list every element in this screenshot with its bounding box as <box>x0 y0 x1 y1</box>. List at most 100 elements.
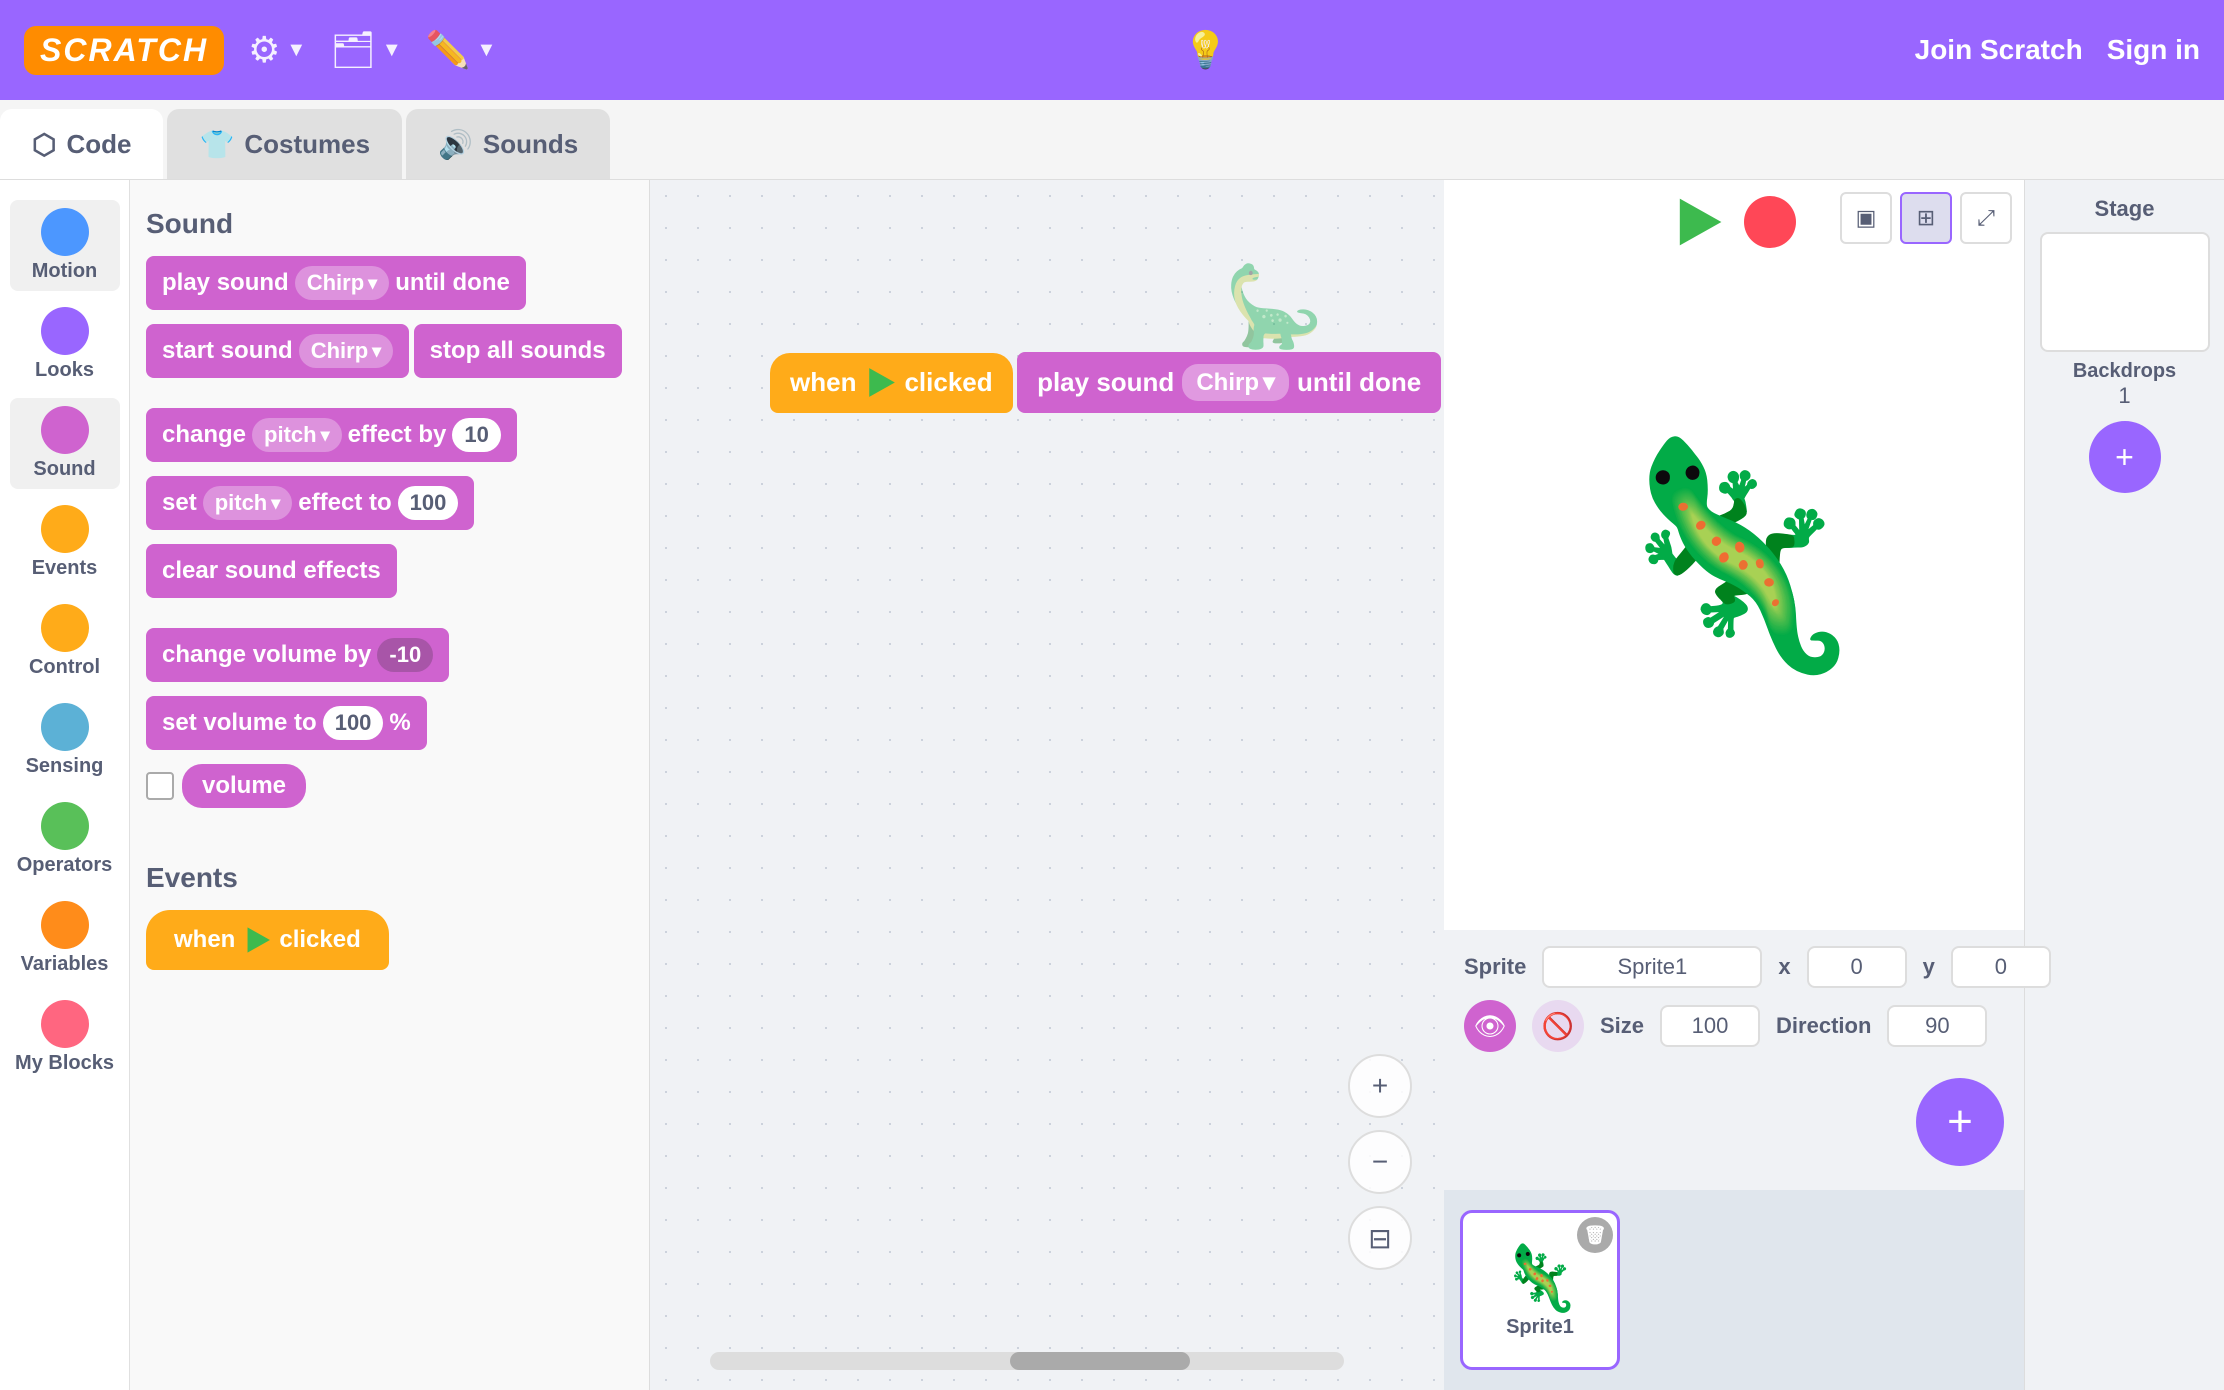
code-green-flag-icon <box>864 367 896 399</box>
direction-label: Direction <box>1776 1013 1871 1039</box>
sidebar-item-variables[interactable]: Variables <box>10 893 120 984</box>
code-play-sound[interactable]: play sound Chirp ▾ until done <box>1017 352 1441 413</box>
sidebar-item-events[interactable]: Events <box>10 497 120 588</box>
sidebar-item-looks[interactable]: Looks <box>10 299 120 390</box>
tutorials-btn[interactable]: 💡 <box>1183 29 1228 71</box>
stage-top-controls <box>1672 196 1796 248</box>
stage-panel-title: Stage <box>2095 196 2155 222</box>
scrollbar-thumb[interactable] <box>1010 1352 1190 1370</box>
zoom-fit-btn[interactable]: ⊟ <box>1348 1206 1412 1270</box>
sprite1-img: 🦎 <box>1500 1241 1580 1316</box>
block-change-pitch[interactable]: change pitch ▾ effect by 10 <box>146 408 517 462</box>
looks-circle <box>41 307 89 355</box>
stage-dino-sprite: 🦎 <box>1597 445 1871 665</box>
tab-sounds[interactable]: 🔊 Sounds <box>406 109 610 179</box>
add-backdrop-btn[interactable]: + <box>2089 421 2161 493</box>
zoom-out-btn[interactable]: − <box>1348 1130 1412 1194</box>
right-panel: ▣ ⊞ ⤢ 🦎 Sprite x y 👁 🚫 Size Dire <box>1444 180 2024 1390</box>
volume-reporter-block[interactable]: volume <box>182 764 306 808</box>
tab-code[interactable]: ⬡ Code <box>0 109 163 179</box>
stop-btn[interactable] <box>1744 196 1796 248</box>
events-section-title: Events <box>146 862 633 894</box>
sign-in-btn[interactable]: Sign in <box>2107 34 2200 66</box>
pitch-pill-2[interactable]: pitch ▾ <box>203 486 293 520</box>
add-sprite-btn[interactable]: + <box>1916 1078 2004 1166</box>
sprite-direction-input[interactable] <box>1887 1005 1987 1047</box>
block-set-volume[interactable]: set volume to 100 % <box>146 696 427 750</box>
sidebar-item-myblocks[interactable]: My Blocks <box>10 992 120 1083</box>
block-clear-sound-effects[interactable]: clear sound effects <box>146 544 397 598</box>
sound-label: Sound <box>33 458 95 481</box>
myblocks-circle <box>41 1000 89 1048</box>
block-when-flag-clicked[interactable]: when clicked <box>146 910 389 970</box>
volume-reporter-row: volume <box>146 764 633 808</box>
block-stop-all-sounds[interactable]: stop all sounds <box>414 324 622 378</box>
sprite-size-input[interactable] <box>1660 1005 1760 1047</box>
sprite-y-input[interactable] <box>1951 946 2051 988</box>
small-stage-btn[interactable]: ▣ <box>1840 192 1892 244</box>
sidebar-item-control[interactable]: Control <box>10 596 120 687</box>
tab-costumes[interactable]: 👕 Costumes <box>167 109 402 179</box>
sprite-x-input[interactable] <box>1807 946 1907 988</box>
volume-set-val[interactable]: 100 <box>323 706 384 740</box>
hide-sprite-btn[interactable]: 🚫 <box>1532 1000 1584 1052</box>
categories-sidebar: Motion Looks Sound Events Control Sensin… <box>0 180 130 1390</box>
code-chirp-pill[interactable]: Chirp ▾ <box>1182 364 1289 401</box>
code-tab-icon: ⬡ <box>32 128 56 161</box>
volume-checkbox[interactable] <box>146 772 174 800</box>
motion-label: Motion <box>32 260 98 283</box>
sprite-delete-btn[interactable]: 🗑 <box>1577 1217 1613 1253</box>
pitch-value-1[interactable]: 10 <box>452 418 500 452</box>
code-area[interactable]: 🦕 when clicked play sound Chirp ▾ until … <box>650 180 1444 1390</box>
green-flag-icon <box>243 926 271 954</box>
sprite1-label: Sprite1 <box>1506 1316 1574 1339</box>
block-play-sound-until-done[interactable]: play sound Chirp ▾ until done <box>146 256 526 310</box>
file-menu-btn[interactable]: ⚙ ▼ <box>248 29 306 71</box>
code-when-flag-clicked[interactable]: when clicked <box>770 353 1013 413</box>
operators-circle <box>41 802 89 850</box>
block-set-pitch[interactable]: set pitch ▾ effect to 100 <box>146 476 474 530</box>
volume-change-val[interactable]: -10 <box>377 638 433 672</box>
tabbar: ⬡ Code 👕 Costumes 🔊 Sounds <box>0 100 2224 180</box>
scratch-logo[interactable]: SCRATCH <box>24 26 224 75</box>
edit-menu-btn[interactable]: 🗂 ▼ <box>330 29 402 71</box>
tab-sounds-label: Sounds <box>483 129 578 160</box>
fullscreen-btn[interactable]: ⤢ <box>1960 192 2012 244</box>
sprite-list: 🗑 🦎 Sprite1 <box>1444 1190 2024 1390</box>
pitch-value-2[interactable]: 100 <box>398 486 459 520</box>
join-scratch-btn[interactable]: Join Scratch <box>1915 34 2083 66</box>
green-flag-stage-btn[interactable] <box>1672 196 1724 248</box>
control-circle <box>41 604 89 652</box>
block-change-volume[interactable]: change volume by -10 <box>146 628 449 682</box>
size-label: Size <box>1600 1013 1644 1039</box>
sidebar-item-sound[interactable]: Sound <box>10 398 120 489</box>
topbar: SCRATCH ⚙ ▼ 🗂 ▼ ✏️ ▼ 💡 Join Scratch Sign… <box>0 0 2224 100</box>
looks-label: Looks <box>35 359 94 382</box>
y-label: y <box>1923 954 1935 980</box>
stage-view-buttons: ▣ ⊞ ⤢ <box>1840 192 2012 244</box>
code-scrollbar-h[interactable] <box>710 1352 1344 1370</box>
pencil-menu-btn[interactable]: ✏️ ▼ <box>426 29 497 71</box>
sprite-props-row: 👁 🚫 Size Direction <box>1464 1000 2004 1052</box>
show-sprite-btn[interactable]: 👁 <box>1464 1000 1516 1052</box>
stage-thumbnail <box>2040 232 2210 352</box>
stage: ▣ ⊞ ⤢ 🦎 <box>1444 180 2024 930</box>
zoom-in-btn[interactable]: + <box>1348 1054 1412 1118</box>
events-circle <box>41 505 89 553</box>
sidebar-item-motion[interactable]: Motion <box>10 200 120 291</box>
chirp-pill-1[interactable]: Chirp ▾ <box>295 266 390 300</box>
zoom-controls: + − ⊟ <box>1348 1054 1412 1270</box>
sensing-label: Sensing <box>26 755 104 778</box>
sprite-name-row: Sprite x y <box>1464 946 2004 988</box>
sidebar-item-operators[interactable]: Operators <box>10 794 120 885</box>
chirp-pill-2[interactable]: Chirp ▾ <box>299 334 394 368</box>
large-stage-btn[interactable]: ⊞ <box>1900 192 1952 244</box>
sidebar-item-sensing[interactable]: Sensing <box>10 695 120 786</box>
control-label: Control <box>29 656 100 679</box>
sprite-name-input[interactable] <box>1542 946 1762 988</box>
sprite-card-sprite1[interactable]: 🗑 🦎 Sprite1 <box>1460 1210 1620 1370</box>
pitch-pill-1[interactable]: pitch ▾ <box>252 418 342 452</box>
x-label: x <box>1778 954 1790 980</box>
sprite-label: Sprite <box>1464 954 1526 980</box>
block-start-sound[interactable]: start sound Chirp ▾ <box>146 324 409 378</box>
